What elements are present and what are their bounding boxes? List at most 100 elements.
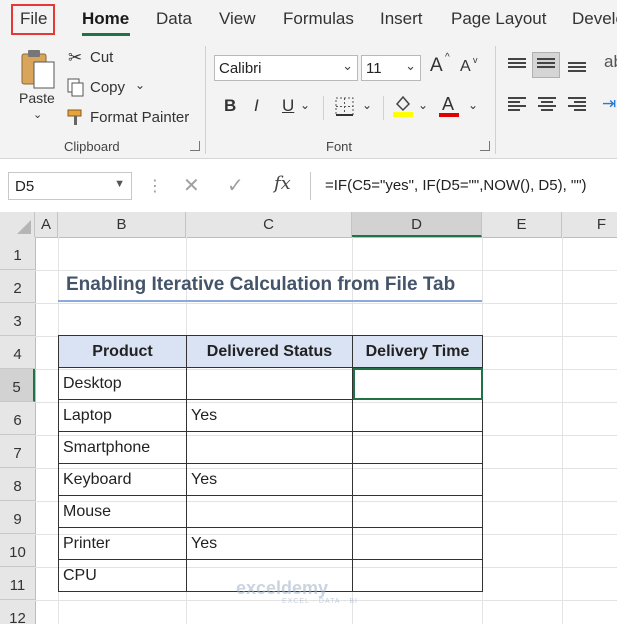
row-header[interactable]: 7 xyxy=(0,435,35,468)
gridline xyxy=(35,270,617,271)
tab-home[interactable]: Home xyxy=(82,9,129,29)
align-right-icon[interactable] xyxy=(568,97,586,111)
align-middle-button[interactable] xyxy=(532,52,560,78)
header-cell-product[interactable]: Product xyxy=(58,335,187,368)
row-header[interactable]: 10 xyxy=(0,534,35,567)
header-cell-delivered-status[interactable]: Delivered Status xyxy=(186,335,353,368)
font-name-combo[interactable]: Calibri ⌄ xyxy=(214,55,358,81)
grow-font-button[interactable]: A xyxy=(430,55,443,77)
font-color-swatch xyxy=(439,113,459,117)
enter-icon[interactable]: ✓ xyxy=(227,173,244,198)
select-all-corner[interactable] xyxy=(0,212,35,237)
paste-label: Paste xyxy=(19,90,55,106)
row-header[interactable]: 8 xyxy=(0,468,35,501)
column-header-c[interactable]: C xyxy=(186,212,352,237)
copy-icon[interactable] xyxy=(66,78,86,98)
column-header-d[interactable]: D xyxy=(352,212,482,237)
cell-product[interactable]: Printer xyxy=(58,527,187,560)
column-header-a[interactable]: A xyxy=(35,212,58,237)
font-color-button[interactable]: A xyxy=(442,94,454,115)
sheet-title[interactable]: Enabling Iterative Calculation from File… xyxy=(66,274,455,296)
cell-delivery-time[interactable] xyxy=(352,495,483,528)
cell-delivery-time[interactable] xyxy=(352,527,483,560)
borders-icon[interactable] xyxy=(334,96,356,118)
clipboard-group-label: Clipboard xyxy=(64,139,120,154)
cell-delivered-status[interactable]: Yes xyxy=(186,399,353,432)
group-separator xyxy=(495,46,496,154)
chevron-down-icon: ⌄ xyxy=(33,109,43,121)
row-header[interactable]: 12 xyxy=(0,600,35,633)
row-header[interactable]: 6 xyxy=(0,402,35,435)
orientation-icon[interactable]: ab xyxy=(604,52,617,72)
tab-view[interactable]: View xyxy=(219,9,256,29)
chevron-down-icon[interactable]: ⌄ xyxy=(300,98,310,112)
cell-product[interactable]: Keyboard xyxy=(58,463,187,496)
table-row: Desktop xyxy=(58,367,483,400)
formula-input[interactable]: =IF(C5="yes", IF(D5="",NOW(), D5), "") xyxy=(310,172,617,200)
clipboard-dialog-launcher[interactable] xyxy=(190,141,200,151)
column-header-e[interactable]: E xyxy=(482,212,562,237)
cell-delivered-status[interactable] xyxy=(186,495,353,528)
tab-data[interactable]: Data xyxy=(156,9,192,29)
cell-product[interactable]: Desktop xyxy=(58,367,187,400)
row-header[interactable]: 11 xyxy=(0,567,35,600)
row-header[interactable]: 3 xyxy=(0,303,35,336)
cut-button[interactable]: Cut xyxy=(90,49,113,66)
align-center-icon[interactable] xyxy=(538,97,556,111)
row-header[interactable]: 4 xyxy=(0,336,35,369)
bold-button[interactable]: B xyxy=(224,96,236,116)
cancel-icon[interactable]: ✕ xyxy=(183,173,200,198)
cell-delivery-time[interactable] xyxy=(352,463,483,496)
scissors-icon[interactable]: ✂ xyxy=(68,48,82,68)
fill-color-icon[interactable] xyxy=(392,94,414,118)
cell-product[interactable]: Laptop xyxy=(58,399,187,432)
indent-icon[interactable]: ⇥ xyxy=(602,94,616,114)
name-box[interactable]: D5 ▼ xyxy=(8,172,132,200)
row-header[interactable]: 2 xyxy=(0,270,35,303)
align-top-icon[interactable] xyxy=(508,58,526,72)
font-dialog-launcher[interactable] xyxy=(480,141,490,151)
cell-delivery-time[interactable] xyxy=(352,431,483,464)
tab-developer[interactable]: Develo xyxy=(572,9,617,29)
chevron-down-icon[interactable]: ⌄ xyxy=(135,78,145,92)
cell-delivery-time[interactable] xyxy=(352,559,483,592)
column-header-b[interactable]: B xyxy=(58,212,186,237)
cell-delivery-time-selected[interactable] xyxy=(352,367,483,400)
header-cell-delivery-time[interactable]: Delivery Time xyxy=(352,335,483,368)
align-left-icon[interactable] xyxy=(508,97,526,111)
column-header-bar: A B C D E F xyxy=(0,212,617,238)
cell-product[interactable]: Mouse xyxy=(58,495,187,528)
font-size-combo[interactable]: 11 ⌄ xyxy=(361,55,421,81)
cell-delivery-time[interactable] xyxy=(352,399,483,432)
format-painter-icon[interactable] xyxy=(66,107,86,127)
font-size-value: 11 xyxy=(366,60,382,77)
row-header[interactable]: 9 xyxy=(0,501,35,534)
chevron-down-icon[interactable]: ⌄ xyxy=(468,98,478,112)
underline-button[interactable]: U xyxy=(282,96,294,116)
cell-product[interactable]: CPU xyxy=(58,559,187,592)
row-header[interactable]: 1 xyxy=(0,237,35,270)
shrink-font-button[interactable]: A xyxy=(460,58,471,76)
cell-delivered-status[interactable] xyxy=(186,431,353,464)
gridline xyxy=(35,303,617,304)
caret-down-icon: v xyxy=(473,55,478,65)
tab-page-layout[interactable]: Page Layout xyxy=(451,9,546,29)
cell-delivered-status[interactable]: Yes xyxy=(186,463,353,496)
cell-product[interactable]: Smartphone xyxy=(58,431,187,464)
chevron-down-icon[interactable]: ⌄ xyxy=(418,98,428,112)
cell-delivered-status[interactable] xyxy=(186,367,353,400)
tab-formulas[interactable]: Formulas xyxy=(283,9,354,29)
insert-function-button[interactable]: fx xyxy=(274,173,291,194)
chevron-down-icon[interactable]: ⌄ xyxy=(362,98,372,112)
format-painter-button[interactable]: Format Painter xyxy=(90,109,189,126)
paste-button[interactable]: Paste ⌄ xyxy=(14,46,60,126)
copy-button[interactable]: Copy xyxy=(90,79,125,96)
title-underline xyxy=(58,300,482,302)
align-bottom-icon[interactable] xyxy=(568,62,586,76)
table-row: Keyboard Yes xyxy=(58,463,483,496)
column-header-f[interactable]: F xyxy=(562,212,617,237)
cell-delivered-status[interactable]: Yes xyxy=(186,527,353,560)
tab-insert[interactable]: Insert xyxy=(380,9,423,29)
italic-button[interactable]: I xyxy=(254,96,259,116)
row-header[interactable]: 5 xyxy=(0,369,35,402)
